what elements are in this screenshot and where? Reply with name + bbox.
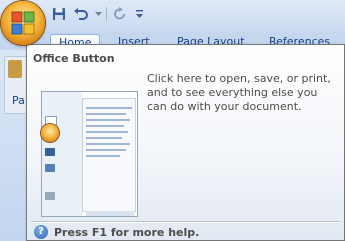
preview-doc-line — [86, 137, 122, 139]
quick-access-toolbar — [50, 5, 145, 23]
preview-doc-line — [86, 131, 128, 133]
preview-doc-line — [86, 155, 120, 157]
undo-icon — [74, 8, 88, 20]
office-button[interactable] — [1, 1, 45, 45]
redo-button[interactable] — [111, 5, 129, 23]
tooltip-help-text: Press F1 for more help. — [54, 226, 200, 239]
preview-saveas-icon — [45, 164, 55, 172]
preview-footer-buttons — [86, 211, 134, 216]
help-icon: ? — [34, 225, 48, 239]
tooltip-divider — [31, 221, 340, 223]
office-logo-icon — [11, 11, 35, 35]
undo-dropdown[interactable] — [94, 5, 102, 23]
preview-print-icon — [45, 192, 55, 200]
preview-doc-line — [86, 143, 130, 145]
paste-label: Pa — [12, 94, 25, 107]
office-menu-preview-image — [41, 91, 138, 217]
preview-doc-line — [86, 113, 126, 115]
clipboard-icon — [8, 60, 22, 78]
save-icon — [53, 8, 65, 20]
chevron-down-icon — [94, 12, 102, 16]
preview-doc-line — [86, 149, 126, 151]
redo-icon — [114, 7, 125, 20]
preview-doc-line — [86, 119, 130, 121]
preview-save-icon — [45, 148, 55, 156]
preview-doc-line — [86, 125, 124, 127]
customize-qat-icon — [135, 10, 143, 18]
tooltip-title: Office Button — [33, 52, 115, 65]
office-button-tooltip: Office Button Click here to open, save, … — [26, 44, 345, 241]
tooltip-description: Click here to open, save, or print, and … — [147, 72, 331, 113]
preview-doc-line — [86, 107, 132, 109]
undo-button[interactable] — [72, 5, 90, 23]
preview-recent-documents — [82, 98, 136, 212]
preview-office-orb-icon — [41, 124, 59, 142]
qat-separator — [106, 7, 107, 21]
customize-qat-button[interactable] — [133, 5, 145, 23]
save-button[interactable] — [50, 5, 68, 23]
